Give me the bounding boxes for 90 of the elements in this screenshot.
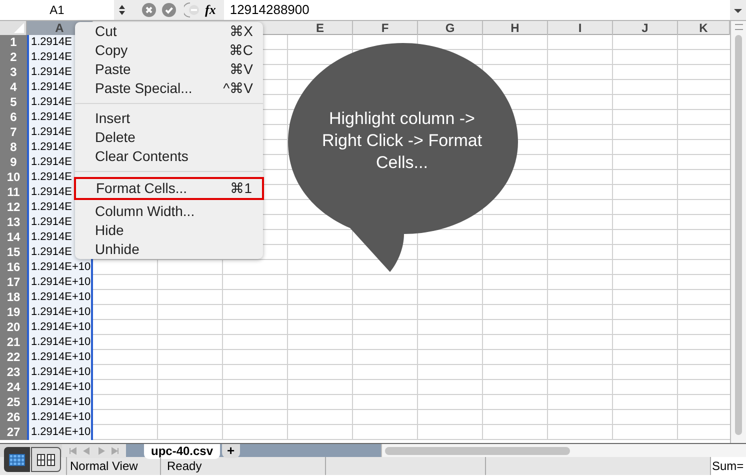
row-header[interactable]: 22: [0, 350, 27, 365]
row-header[interactable]: 6: [0, 110, 27, 125]
select-all-icon[interactable]: [0, 21, 27, 35]
table-cell-text: 1.2914E+10: [30, 275, 91, 290]
column-header[interactable]: H: [483, 21, 548, 35]
menu-item[interactable]: Paste Special... ^⌘V: [75, 79, 263, 98]
table-cell-text: 1.2914E+10: [30, 350, 91, 365]
table-cell-text: 1.2914E+10: [30, 395, 91, 410]
menu-item[interactable]: Column Width...: [75, 202, 263, 221]
function-toggle-icon[interactable]: [184, 2, 202, 18]
table-cell-text: 1.2914E: [30, 230, 73, 245]
table-cell-text: 1.2914E+10: [30, 290, 91, 305]
row-header[interactable]: 21: [0, 335, 27, 350]
table-cell-text: 1.2914E: [30, 65, 73, 80]
horizontal-scrollbar[interactable]: [381, 444, 746, 457]
menu-item[interactable]: Hide: [75, 221, 263, 240]
row-header[interactable]: 4: [0, 80, 27, 95]
column-header[interactable]: I: [548, 21, 613, 35]
table-cell-text: 1.2914E+10: [30, 380, 91, 395]
row-header[interactable]: 16: [0, 260, 27, 275]
row-header[interactable]: 8: [0, 140, 27, 155]
row-header[interactable]: 17: [0, 275, 27, 290]
grid-icon: [9, 454, 25, 466]
table-cell-text: 1.2914E+10: [30, 260, 91, 275]
table-cell-text: 1.2914E+10: [30, 410, 91, 425]
table-cell-text: 1.2914E: [30, 185, 73, 200]
row-header[interactable]: 13: [0, 215, 27, 230]
function-icon[interactable]: fx: [205, 0, 216, 20]
ready-status: Ready: [161, 457, 326, 475]
confirm-icon[interactable]: [162, 3, 176, 17]
row-header[interactable]: 9: [0, 155, 27, 170]
row-header[interactable]: 2: [0, 50, 27, 65]
column-header[interactable]: G: [418, 21, 483, 35]
vertical-scrollbar[interactable]: [730, 21, 746, 443]
add-sheet-button[interactable]: +: [222, 444, 240, 458]
table-cell-text: 1.2914E: [30, 35, 73, 50]
row-header[interactable]: 25: [0, 395, 27, 410]
column-header[interactable]: E: [288, 21, 353, 35]
row-header[interactable]: 24: [0, 380, 27, 395]
row-header[interactable]: 26: [0, 410, 27, 425]
stepper-icon[interactable]: [118, 3, 126, 17]
table-cell-text: 1.2914E: [30, 245, 73, 260]
column-header[interactable]: F: [353, 21, 418, 35]
column-header[interactable]: J: [613, 21, 678, 35]
row-header[interactable]: 15: [0, 245, 27, 260]
table-cell-text: 1.2914E+10: [30, 365, 91, 380]
cancel-icon[interactable]: [142, 3, 156, 17]
row-header[interactable]: 5: [0, 95, 27, 110]
menu-item[interactable]: Unhide: [75, 240, 263, 259]
sheet-tab[interactable]: upc-40.csv: [144, 444, 220, 459]
table-cell-text: 1.2914E: [30, 140, 73, 155]
menu-item[interactable]: Copy ⌘C: [75, 41, 263, 60]
pages-icon: [37, 454, 55, 466]
table-cell-text: 1.2914E: [30, 95, 73, 110]
table-cell-text: 1.2914E: [30, 155, 73, 170]
row-header[interactable]: 10: [0, 170, 27, 185]
sum-status: Sum=: [710, 457, 746, 475]
table-cell-text: 1.2914E: [30, 215, 73, 230]
view-status: Normal View: [66, 457, 161, 475]
table-cell-text: 1.2914E+10: [30, 305, 91, 320]
row-header[interactable]: 3: [0, 65, 27, 80]
page-layout-button[interactable]: [31, 447, 61, 472]
menu-item[interactable]: Format Cells... ⌘1: [74, 177, 264, 200]
row-header[interactable]: 7: [0, 125, 27, 140]
row-header[interactable]: 12: [0, 200, 27, 215]
table-cell-text: 1.2914E: [30, 170, 73, 185]
table-cell-text: 1.2914E+10: [30, 425, 91, 440]
table-cell-text: 1.2914E: [30, 125, 73, 140]
normal-view-button[interactable]: [4, 447, 30, 472]
row-header[interactable]: 27: [0, 425, 27, 440]
row-header[interactable]: 18: [0, 290, 27, 305]
row-header[interactable]: 19: [0, 305, 27, 320]
row-header[interactable]: 14: [0, 230, 27, 245]
table-cell-text: 1.2914E+10: [30, 320, 91, 335]
callout-text: Highlight column -> Right Click -> Format Cells...: [320, 108, 484, 174]
formula-field[interactable]: 12914288900: [224, 0, 730, 20]
row-header[interactable]: 23: [0, 365, 27, 380]
menu-item[interactable]: Delete: [75, 128, 263, 147]
row-header[interactable]: 11: [0, 185, 27, 200]
table-cell-text: 1.2914E: [30, 200, 73, 215]
menu-item[interactable]: Insert: [75, 109, 263, 128]
row-header[interactable]: 20: [0, 320, 27, 335]
table-cell-text: 1.2914E: [30, 110, 73, 125]
table-cell-text: 1.2914E: [30, 50, 73, 65]
row-header[interactable]: 1: [0, 35, 27, 50]
menu-item[interactable]: Paste ⌘V: [75, 60, 263, 79]
name-box[interactable]: A1: [0, 0, 114, 20]
table-cell-text: 1.2914E: [30, 80, 73, 95]
menu-item[interactable]: Clear Contents: [75, 147, 263, 166]
table-cell-text: 1.2914E+10: [30, 335, 91, 350]
